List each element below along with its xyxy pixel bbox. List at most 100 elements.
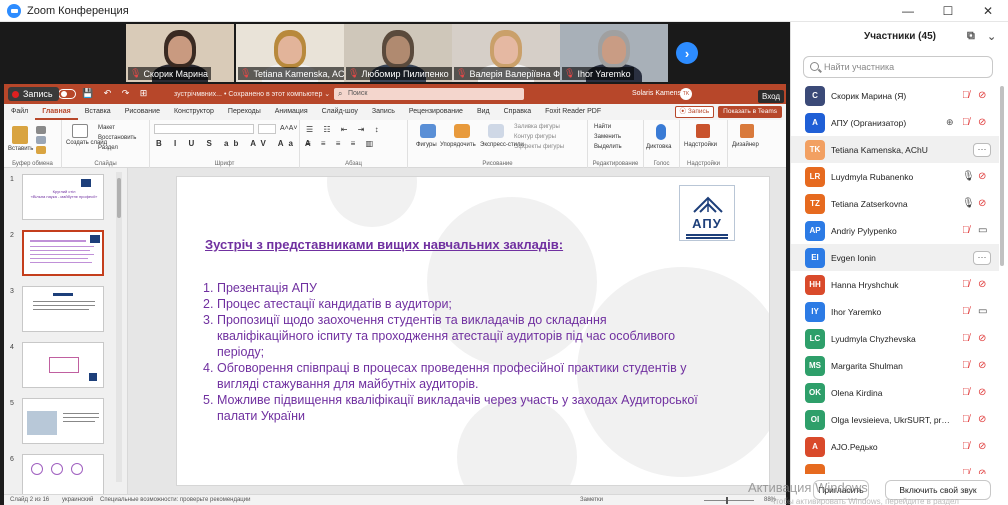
format-painter-icon[interactable]	[36, 146, 46, 154]
layout-button[interactable]: Макет	[98, 125, 115, 131]
zoom-slider[interactable]	[704, 497, 754, 504]
participant-row[interactable]: OI Olga Ievsieieva, UkrSURT, profes... 🎙̸ ⊘	[791, 406, 999, 433]
mic-muted-icon[interactable]: 🎙̸	[962, 117, 970, 128]
share-teams-button[interactable]: Показать в Teams	[718, 106, 782, 118]
shape-outline-button[interactable]: Контур фигуры	[514, 134, 556, 140]
designer-label[interactable]: Дизайнер	[732, 142, 759, 148]
current-slide[interactable]: АПУ Зустріч з представниками вищих навча…	[176, 176, 770, 486]
shape-fill-button[interactable]: Заливка фигуры	[514, 124, 560, 130]
close-button[interactable]: ✕	[968, 0, 1008, 22]
ribbon-tab[interactable]: Главная	[35, 104, 78, 120]
designer-icon[interactable]	[740, 124, 754, 138]
participants-scrollbar[interactable]	[999, 82, 1005, 474]
microphone-icon[interactable]	[656, 124, 666, 140]
addins-label[interactable]: Надстройки	[684, 142, 717, 148]
slide-thumbnail-4[interactable]	[22, 342, 104, 388]
shapes-icon[interactable]	[420, 124, 436, 138]
new-slide-icon[interactable]	[72, 124, 88, 138]
paste-icon[interactable]	[12, 126, 28, 144]
participant-row[interactable]: 🎙̸ ⊘	[791, 460, 999, 474]
camera-off-icon[interactable]: ⊘	[978, 441, 986, 452]
slide-thumbnail-3[interactable]	[22, 286, 104, 332]
arrange-icon[interactable]	[454, 124, 470, 138]
copy-icon[interactable]	[36, 136, 46, 144]
camera-off-icon[interactable]: ⊘	[978, 468, 986, 474]
replace-button[interactable]: Заменить	[594, 134, 621, 140]
select-button[interactable]: Выделить	[594, 144, 622, 150]
document-name[interactable]: зустрічмвних... • Сохранено в этот компь…	[174, 90, 330, 98]
arrange-label[interactable]: Упорядочить	[440, 142, 476, 148]
ribbon-tab[interactable]: Foxit Reader PDF	[538, 104, 608, 120]
camera-off-icon[interactable]: ⊘	[978, 387, 986, 398]
quick-styles-icon[interactable]	[488, 124, 504, 138]
participant-row[interactable]: IY Ihor Yaremko 🎙̸ ▭	[791, 298, 999, 325]
mic-muted-icon[interactable]: 🎙̸	[962, 225, 970, 236]
ribbon-tab[interactable]: Анимация	[268, 104, 315, 120]
mic-muted-icon[interactable]: 🎙̸	[962, 387, 970, 398]
video-thumbnail[interactable]: 🎙 Любомир Пилипенко	[344, 24, 452, 82]
ribbon-tab[interactable]: Переходы	[221, 104, 268, 120]
mic-muted-icon[interactable]: 🎙̸	[962, 333, 970, 344]
participant-more-button[interactable]: ···	[973, 142, 991, 157]
mic-muted-icon[interactable]: 🎙̸	[962, 441, 970, 452]
mic-muted-icon[interactable]: 🎙̸	[962, 468, 970, 474]
participant-row[interactable]: MS Margarita Shulman 🎙̸ ⊘	[791, 352, 999, 379]
font-format-icons[interactable]: B I U S ab AV Aa A	[156, 139, 316, 148]
camera-on-icon[interactable]: ▭	[978, 225, 987, 236]
minimize-button[interactable]: —	[888, 0, 928, 22]
video-thumbnail[interactable]: 🎙Tetiana Kamenska, ACHU	[236, 24, 344, 82]
camera-off-icon[interactable]: ⊘	[978, 360, 986, 371]
camera-off-icon[interactable]: ⊘	[978, 198, 986, 209]
participant-row[interactable]: LR Luydmyla Rubanenko 🎙 ⊘	[791, 163, 999, 190]
language-status[interactable]: украинский	[62, 497, 93, 503]
align-icons[interactable]: ≡ ≡ ≡ ≡ ▥	[306, 139, 377, 148]
participant-row[interactable]: OK Olena Kirdina 🎙̸ ⊘	[791, 379, 999, 406]
notes-button[interactable]: Заметки	[580, 497, 603, 503]
camera-off-icon[interactable]: ⊘	[978, 279, 986, 290]
participant-row[interactable]: C Скорик Марина (Я) 🎙̸ ⊘	[791, 82, 999, 109]
ribbon-tab[interactable]: Рисование	[118, 104, 167, 120]
participant-row[interactable]: HH Hanna Hryshchuk 🎙̸ ⊘	[791, 271, 999, 298]
record-ribbon-button[interactable]: ⦿ Запись	[674, 106, 715, 118]
participant-more-button[interactable]: ···	[973, 250, 991, 265]
video-thumbnail[interactable]: 🎙 Скорик Марина	[126, 24, 234, 82]
mic-muted-icon[interactable]: 🎙̸	[962, 414, 970, 425]
ppt-user-avatar[interactable]: TK	[680, 88, 692, 100]
slide-thumbnail-5[interactable]	[22, 398, 104, 444]
camera-off-icon[interactable]: ⊘	[978, 171, 986, 182]
autosave-toggle[interactable]	[58, 89, 76, 99]
font-grow-icon[interactable]: A˄A˅	[280, 125, 298, 132]
ribbon-tab[interactable]: Слайд-шоу	[315, 104, 365, 120]
participant-row[interactable]: LC Lyudmyla Chyzhevska 🎙̸ ⊘	[791, 325, 999, 352]
ribbon-tab[interactable]: Рецензирование	[402, 104, 470, 120]
mic-muted-icon[interactable]: 🎙̸	[962, 360, 970, 371]
dictate-label[interactable]: Диктовка	[646, 144, 671, 150]
slides-pane-scrollbar[interactable]	[116, 172, 122, 482]
maximize-button[interactable]: ☐	[928, 0, 968, 22]
mic-muted-icon[interactable]: 🎙̸	[962, 90, 970, 101]
accessibility-status[interactable]: Специальные возможности: проверьте реком…	[100, 497, 250, 503]
ribbon-tab[interactable]: Вставка	[78, 104, 118, 120]
camera-off-icon[interactable]: ⊘	[978, 90, 986, 101]
camera-off-icon[interactable]: ⊘	[978, 414, 986, 425]
popout-icon[interactable]: ⧉	[967, 30, 975, 43]
video-thumbnail[interactable]: 🎙 Ihor Yaremko	[560, 24, 668, 82]
mic-muted-icon[interactable]: 🎙̸	[962, 306, 970, 317]
participant-search-input[interactable]: Найти участника	[803, 56, 993, 78]
panel-menu-icon[interactable]: ⌄	[987, 30, 996, 43]
slide-thumbnail-2[interactable]	[22, 230, 104, 276]
camera-off-icon[interactable]: ⊘	[978, 333, 986, 344]
mic-muted-icon[interactable]: 🎙̸	[962, 279, 970, 290]
cut-icon[interactable]	[36, 126, 46, 134]
next-page-arrow-icon[interactable]: ›	[676, 42, 698, 64]
font-size-select[interactable]	[258, 124, 276, 134]
ribbon-tab[interactable]: Справка	[497, 104, 538, 120]
participant-row[interactable]: AP Andriy Pylypenko 🎙̸ ▭	[791, 217, 999, 244]
ribbon-tab[interactable]: Запись	[365, 104, 402, 120]
camera-off-icon[interactable]: ⊘	[978, 117, 986, 128]
mic-on-icon[interactable]: 🎙	[962, 198, 975, 209]
participant-row[interactable]: A АПУ (Организатор) ⊕ 🎙̸ ⊘	[791, 109, 999, 136]
video-thumbnail[interactable]: 🎙Валерія Валеріївна Фе...	[452, 24, 560, 82]
reset-button[interactable]: Восстановить	[98, 135, 136, 141]
ribbon-tab[interactable]: Вид	[470, 104, 497, 120]
